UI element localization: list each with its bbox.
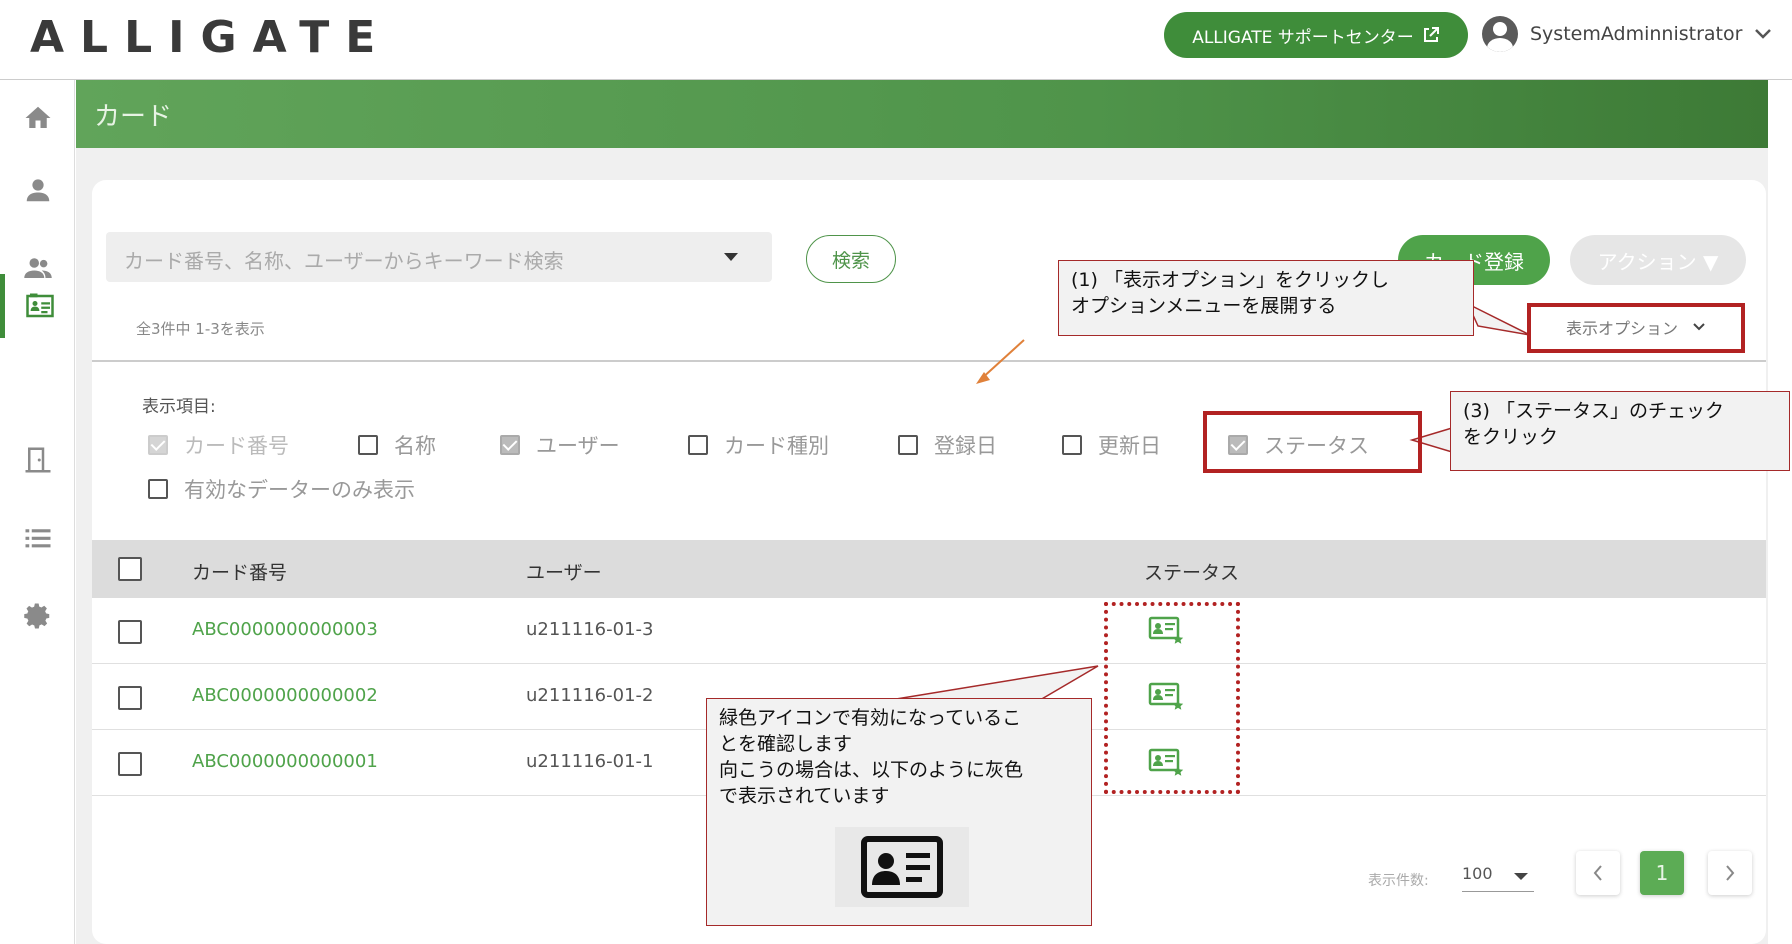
app-header: ALLIGATE ALLIGATE サポートセンター SystemAdminni…	[0, 0, 1792, 80]
annotation-step1-line1: (1) 「表示オプション」をクリックし	[1071, 269, 1389, 291]
option-registered-date[interactable]: 登録日	[898, 430, 997, 460]
dropdown-caret-icon[interactable]	[724, 253, 738, 261]
page-title: カード	[94, 102, 173, 132]
display-items-label: 表示項目:	[142, 397, 216, 417]
sidebar-item-list[interactable]	[0, 506, 75, 570]
card-number-link[interactable]: ABC0000000000003	[192, 619, 378, 640]
result-count: 全3件中 1-3を表示	[136, 320, 265, 338]
search-placeholder: カード番号、名称、ユーザーからキーワード検索	[124, 249, 564, 273]
option-updated-date[interactable]: 更新日	[1062, 430, 1161, 460]
column-header-card-number[interactable]: カード番号	[192, 558, 287, 585]
card-number-link[interactable]: ABC0000000000001	[192, 751, 378, 772]
annotation-note-line1: 緑色アイコンで有効になっているこ	[719, 707, 1022, 729]
option-label: 更新日	[1098, 434, 1161, 458]
option-label: カード種別	[724, 434, 829, 458]
sidebar-item-users[interactable]	[0, 158, 75, 222]
checkbox[interactable]	[358, 435, 378, 455]
table-row: ABC0000000000003 u211116-01-3	[92, 598, 1766, 664]
gear-icon	[23, 603, 49, 629]
support-center-label: ALLIGATE サポートセンター	[1192, 27, 1414, 48]
inactive-status-example	[835, 827, 969, 907]
annotation-step3-line1: (3) 「ステータス」のチェック	[1463, 400, 1724, 422]
option-label: カード番号	[184, 434, 289, 458]
highlight-status-option	[1203, 411, 1422, 473]
user-menu[interactable]: SystemAdminnistrator	[1482, 14, 1772, 54]
row-checkbox[interactable]	[118, 752, 142, 776]
search-button[interactable]: 検索	[806, 235, 896, 283]
option-label: ユーザー	[536, 434, 620, 458]
annotation-step1-line2: オプションメニューを展開する	[1071, 295, 1337, 317]
option-label: 登録日	[934, 434, 997, 458]
list-icon	[25, 529, 50, 548]
option-card-type[interactable]: カード種別	[688, 430, 829, 460]
page-size-value: 100	[1462, 864, 1493, 883]
checkbox[interactable]	[148, 435, 168, 455]
door-icon	[25, 447, 50, 473]
chevron-right-icon	[1726, 865, 1735, 881]
checkbox[interactable]	[898, 435, 918, 455]
annotation-step3-line2: をクリック	[1463, 426, 1559, 448]
dropdown-caret-icon	[1514, 873, 1528, 880]
checkbox[interactable]	[1062, 435, 1082, 455]
chevron-left-icon	[1593, 865, 1602, 881]
person-icon	[26, 179, 49, 202]
option-user[interactable]: ユーザー	[500, 430, 620, 460]
table-header: カード番号 ユーザー ステータス	[92, 540, 1766, 598]
sidebar-item-settings[interactable]	[0, 584, 75, 648]
annotation-note-line3: 向こうの場合は、以下のように灰色	[719, 759, 1024, 781]
search-input[interactable]: カード番号、名称、ユーザーからキーワード検索	[106, 232, 772, 282]
external-link-icon	[1423, 27, 1439, 42]
checkbox[interactable]	[500, 435, 520, 455]
home-icon	[25, 106, 50, 128]
divider	[92, 360, 1766, 362]
option-label: 有効なデーターのみ表示	[184, 478, 415, 502]
card-icon	[26, 293, 54, 318]
prev-page-button[interactable]	[1576, 851, 1620, 895]
annotation-note-line4: で表示されています	[719, 785, 890, 807]
page-title-bar: カード	[76, 80, 1768, 148]
sidebar-item-doors[interactable]	[0, 428, 75, 492]
row-checkbox[interactable]	[118, 686, 142, 710]
page-size-label: 表示件数:	[1368, 873, 1429, 889]
app-logo[interactable]: ALLIGATE	[30, 12, 391, 63]
avatar-icon	[1482, 16, 1518, 52]
select-all-checkbox[interactable]	[118, 557, 142, 581]
highlight-status-icons	[1104, 602, 1240, 794]
action-button[interactable]: アクション ▼	[1570, 235, 1746, 285]
sidebar-item-cards[interactable]	[0, 274, 75, 338]
annotation-status-note: 緑色アイコンで有効になっているこ とを確認します 向こうの場合は、以下のように灰…	[706, 698, 1092, 926]
user-name: SystemAdminnistrator	[1530, 23, 1743, 45]
highlight-display-options	[1527, 303, 1745, 353]
row-checkbox[interactable]	[118, 620, 142, 644]
annotation-note-line2: とを確認します	[719, 733, 853, 755]
annotation-step1: (1) 「表示オプション」をクリックし オプションメニューを展開する	[1058, 260, 1474, 336]
option-label: 名称	[394, 434, 436, 458]
column-header-user[interactable]: ユーザー	[526, 558, 602, 585]
sidebar-item-home[interactable]	[0, 86, 75, 150]
column-header-status[interactable]: ステータス	[1144, 558, 1239, 585]
card-number-link[interactable]: ABC0000000000002	[192, 685, 378, 706]
next-page-button[interactable]	[1708, 851, 1752, 895]
page-button-current[interactable]: 1	[1640, 851, 1684, 895]
user-value: u211116-01-1	[526, 751, 654, 772]
support-center-button[interactable]: ALLIGATE サポートセンター	[1164, 12, 1468, 58]
checkbox[interactable]	[688, 435, 708, 455]
user-value: u211116-01-2	[526, 685, 654, 706]
option-name[interactable]: 名称	[358, 430, 436, 460]
annotation-step3: (3) 「ステータス」のチェック をクリック	[1450, 391, 1790, 471]
user-value: u211116-01-3	[526, 619, 654, 640]
option-valid-only[interactable]: 有効なデーターのみ表示	[148, 474, 415, 504]
chevron-down-icon	[1755, 29, 1772, 39]
option-card-number[interactable]: カード番号	[148, 430, 289, 460]
checkbox[interactable]	[148, 479, 168, 499]
status-inactive-card-icon	[861, 836, 943, 898]
page-size-select[interactable]: 100	[1462, 860, 1534, 892]
sidebar-nav	[0, 80, 75, 944]
